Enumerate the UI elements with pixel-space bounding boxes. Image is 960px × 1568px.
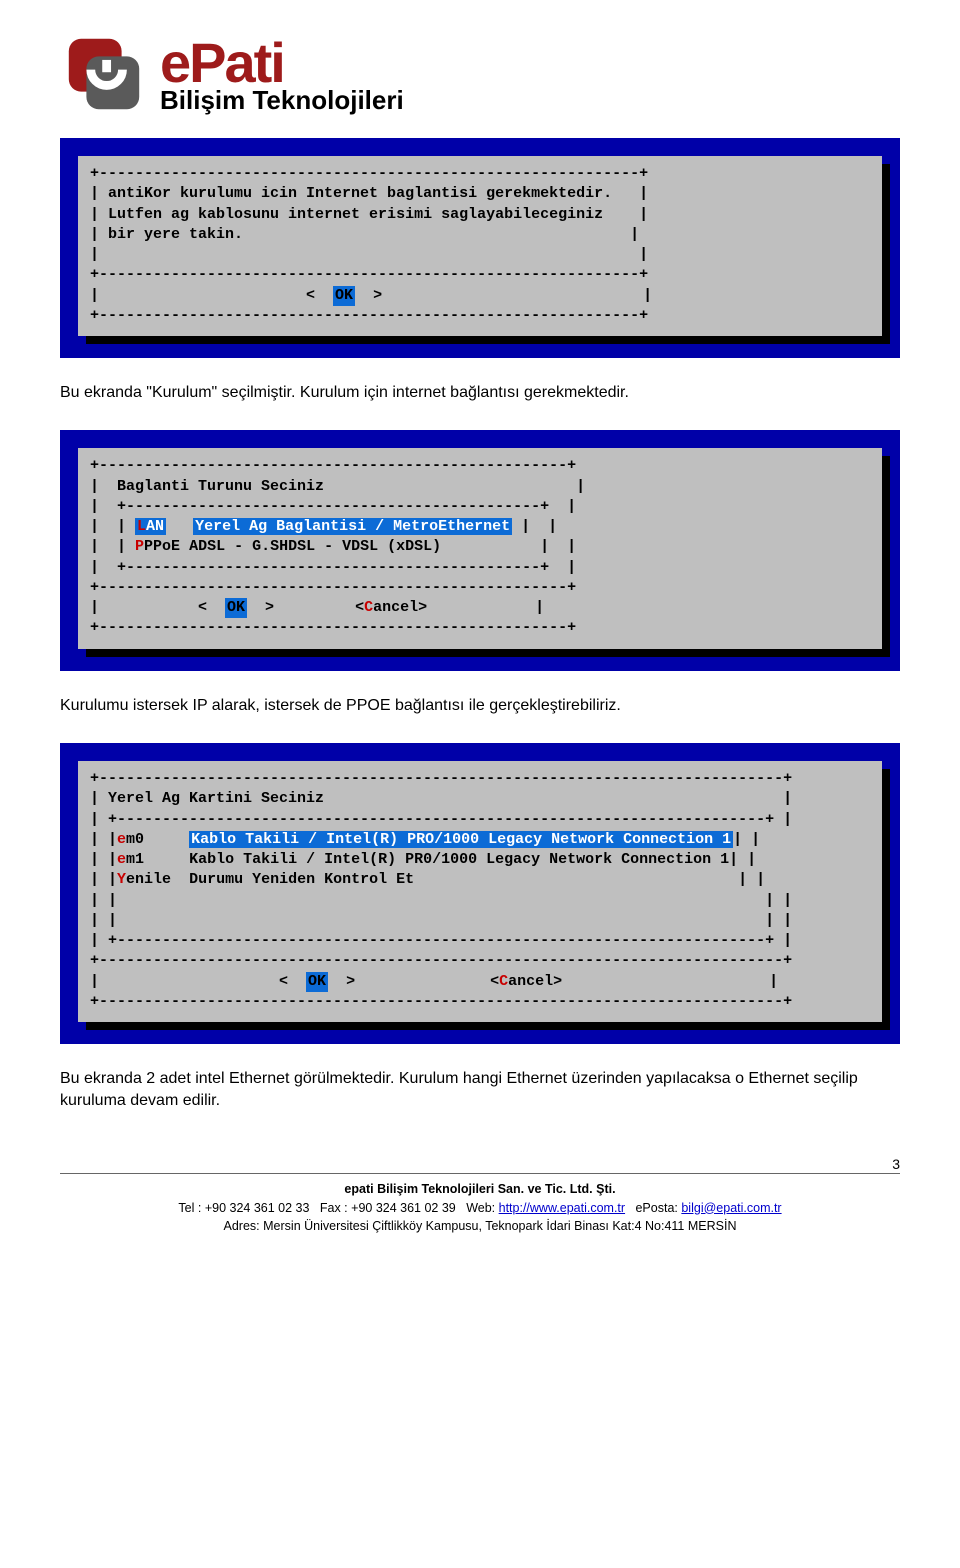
menu-item-pppoe[interactable]: PPPoE — [135, 538, 180, 555]
menu-item-lan[interactable]: LAN — [135, 518, 166, 535]
page-number: 3 — [892, 1154, 900, 1175]
cancel-button[interactable]: Cancel — [499, 973, 553, 990]
menu-item-yenile[interactable]: Yenile — [117, 871, 171, 888]
ok-button[interactable]: OK — [333, 286, 355, 306]
brand-name: ePati — [160, 35, 404, 91]
terminal-dialog: +---------------------------------------… — [78, 761, 882, 1022]
brand-subtitle: Bilişim Teknolojileri — [160, 87, 404, 113]
terminal-dialog: +---------------------------------------… — [78, 156, 882, 336]
terminal-screenshot-2: +---------------------------------------… — [60, 430, 900, 670]
logo-text: ePati Bilişim Teknolojileri — [160, 35, 404, 113]
dialog-line: antiKor kurulumu icin Internet baglantis… — [108, 185, 612, 202]
terminal-screenshot-3: +---------------------------------------… — [60, 743, 900, 1044]
footer-contact-line: Tel : +90 324 361 02 33 Fax : +90 324 36… — [60, 1199, 900, 1218]
paragraph-2: Kurulumu istersek IP alarak, istersek de… — [60, 695, 900, 717]
menu-item-em0[interactable]: em0 — [117, 831, 144, 848]
dialog-title: Baglanti Turunu Seciniz — [117, 478, 324, 495]
footer-company: epati Bilişim Teknolojileri San. ve Tic.… — [60, 1180, 900, 1199]
footer-email-link[interactable]: bilgi@epati.com.tr — [681, 1201, 781, 1215]
logo: ePati Bilişim Teknolojileri — [60, 30, 900, 118]
footer-web-link[interactable]: http://www.epati.com.tr — [499, 1201, 625, 1215]
paragraph-1: Bu ekranda "Kurulum" seçilmiştir. Kurulu… — [60, 382, 900, 404]
cancel-button[interactable]: Cancel — [364, 599, 418, 616]
dialog-line: bir yere takin. — [108, 226, 243, 243]
paragraph-3: Bu ekranda 2 adet intel Ethernet görülme… — [60, 1068, 900, 1113]
dialog-title: Yerel Ag Kartini Seciniz — [108, 790, 324, 807]
terminal-dialog: +---------------------------------------… — [78, 448, 882, 648]
footer-address-line: Adres: Mersin Üniversitesi Çiftlikköy Ka… — [60, 1217, 900, 1236]
logo-icon — [60, 30, 148, 118]
menu-item-em1[interactable]: em1 — [117, 851, 144, 868]
terminal-screenshot-1: +---------------------------------------… — [60, 138, 900, 358]
ok-button[interactable]: OK — [225, 598, 247, 618]
dialog-line: Lutfen ag kablosunu internet erisimi sag… — [108, 206, 603, 223]
ok-button[interactable]: OK — [306, 972, 328, 992]
page-footer: 3 epati Bilişim Teknolojileri San. ve Ti… — [60, 1173, 900, 1236]
